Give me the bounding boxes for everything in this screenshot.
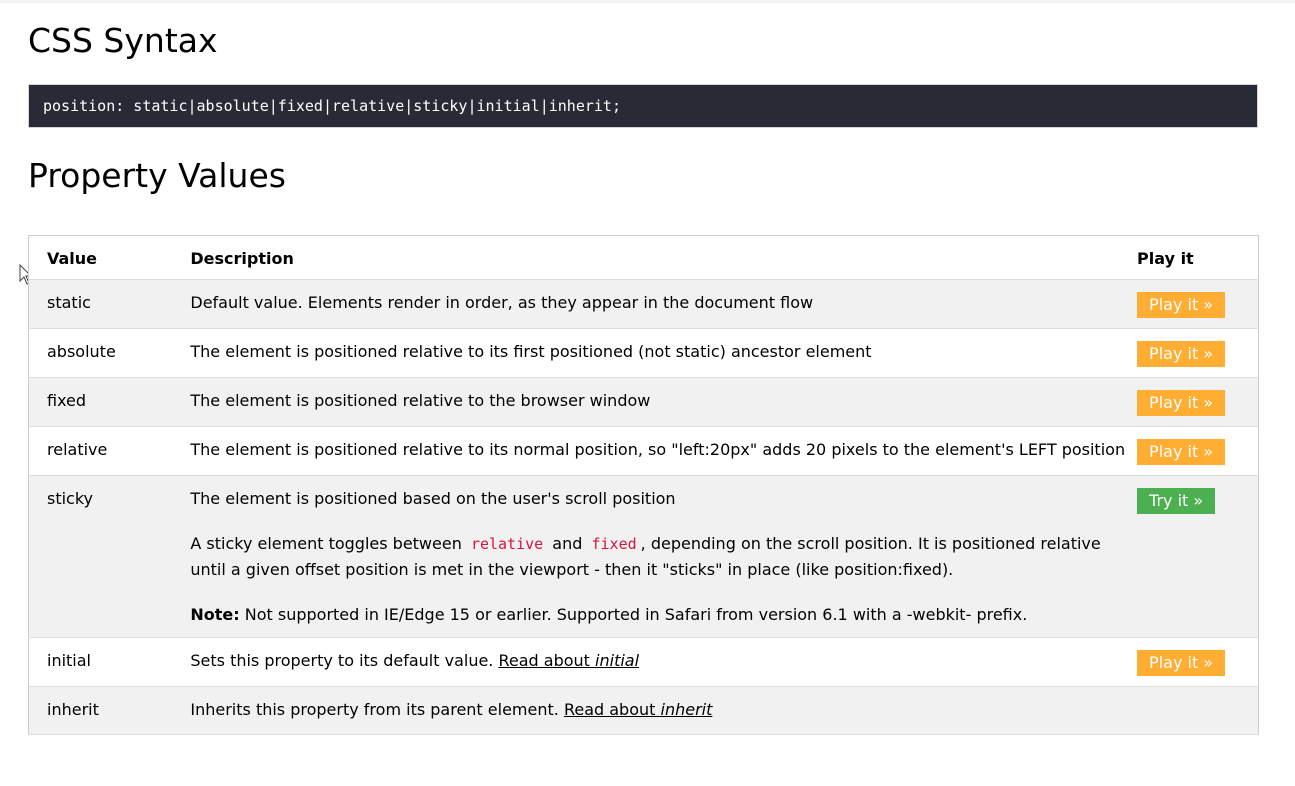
value-cell: absolute	[47, 342, 116, 361]
table-row-absolute: absolute The element is positioned relat…	[28, 328, 1259, 378]
description-cell: The element is positioned relative to th…	[190, 391, 651, 410]
value-cell: initial	[47, 651, 91, 670]
sticky-detail: A sticky element toggles between relativ…	[190, 531, 1137, 582]
play-cell	[1137, 687, 1258, 735]
description-cell: The element is positioned based on the u…	[190, 476, 1137, 638]
link-emphasis: inherit	[660, 700, 713, 719]
play-it-button-initial[interactable]: Play it »	[1137, 650, 1226, 676]
read-about-initial-link[interactable]: Read about initial	[498, 651, 639, 670]
link-text: Read about	[498, 651, 590, 670]
value-cell: sticky	[47, 489, 94, 508]
property-values-table: Value Description Play it static Default…	[28, 235, 1259, 735]
value-cell: relative	[47, 440, 108, 459]
syntax-code-block: position: static|absolute|fixed|relative…	[28, 84, 1258, 128]
syntax-code: position: static|absolute|fixed|relative…	[43, 97, 621, 115]
table-row-fixed: fixed The element is positioned relative…	[28, 377, 1259, 427]
sticky-detail-and: and	[552, 534, 583, 553]
link-text: Read about	[563, 700, 656, 719]
table-row-relative: relative The element is positioned relat…	[28, 426, 1259, 476]
link-emphasis: initial	[595, 651, 640, 670]
play-it-button-relative[interactable]: Play it »	[1137, 439, 1226, 465]
column-header-play: Play it	[1137, 249, 1194, 268]
css-syntax-heading: CSS Syntax	[28, 21, 218, 60]
description-cell: Inherits this property from its parent e…	[190, 687, 1137, 735]
try-it-button-sticky[interactable]: Try it »	[1137, 488, 1216, 514]
value-cell: static	[47, 293, 91, 312]
inline-code-relative: relative	[470, 535, 544, 553]
description-cell: Default value. Elements render in order,…	[190, 293, 814, 312]
play-cell: Play it »	[1137, 280, 1258, 329]
sticky-description: The element is positioned based on the u…	[190, 489, 676, 508]
note-text: Not supported in IE/Edge 15 or earlier. …	[239, 605, 1028, 624]
table-row-inherit: inherit Inherits this property from its …	[28, 686, 1259, 735]
sticky-detail-before: A sticky element toggles between	[190, 534, 462, 553]
note-label: Note:	[190, 605, 240, 624]
top-border	[0, 0, 1295, 3]
initial-description: Sets this property to its default value.	[190, 651, 494, 670]
description-cell: Sets this property to its default value.…	[190, 638, 1137, 687]
inherit-description: Inherits this property from its parent e…	[190, 700, 559, 719]
read-about-inherit-link[interactable]: Read about inherit	[564, 700, 712, 719]
description-cell: The element is positioned relative to it…	[190, 342, 872, 361]
table-header-row: Value Description Play it	[28, 235, 1259, 280]
table-row-static: static Default value. Elements render in…	[28, 279, 1259, 329]
play-it-button-fixed[interactable]: Play it »	[1137, 390, 1226, 416]
property-values-heading: Property Values	[28, 156, 286, 195]
play-cell: Play it »	[1137, 427, 1258, 476]
table-row-initial: initial Sets this property to its defaul…	[28, 637, 1259, 687]
play-it-button-static[interactable]: Play it »	[1137, 292, 1226, 318]
column-header-description: Description	[190, 249, 294, 268]
value-cell: fixed	[47, 391, 87, 410]
column-header-value: Value	[47, 249, 98, 268]
sticky-note: Note: Not supported in IE/Edge 15 or ear…	[190, 602, 1137, 627]
play-cell: Play it »	[1137, 638, 1258, 687]
description-cell: The element is positioned relative to it…	[190, 440, 1126, 459]
play-cell: Play it »	[1137, 329, 1258, 378]
play-cell: Play it »	[1137, 378, 1258, 427]
inline-code-fixed: fixed	[591, 535, 637, 553]
play-cell: Try it »	[1137, 476, 1258, 638]
value-cell: inherit	[47, 700, 99, 719]
play-it-button-absolute[interactable]: Play it »	[1137, 341, 1226, 367]
table-row-sticky: sticky The element is positioned based o…	[28, 475, 1259, 638]
